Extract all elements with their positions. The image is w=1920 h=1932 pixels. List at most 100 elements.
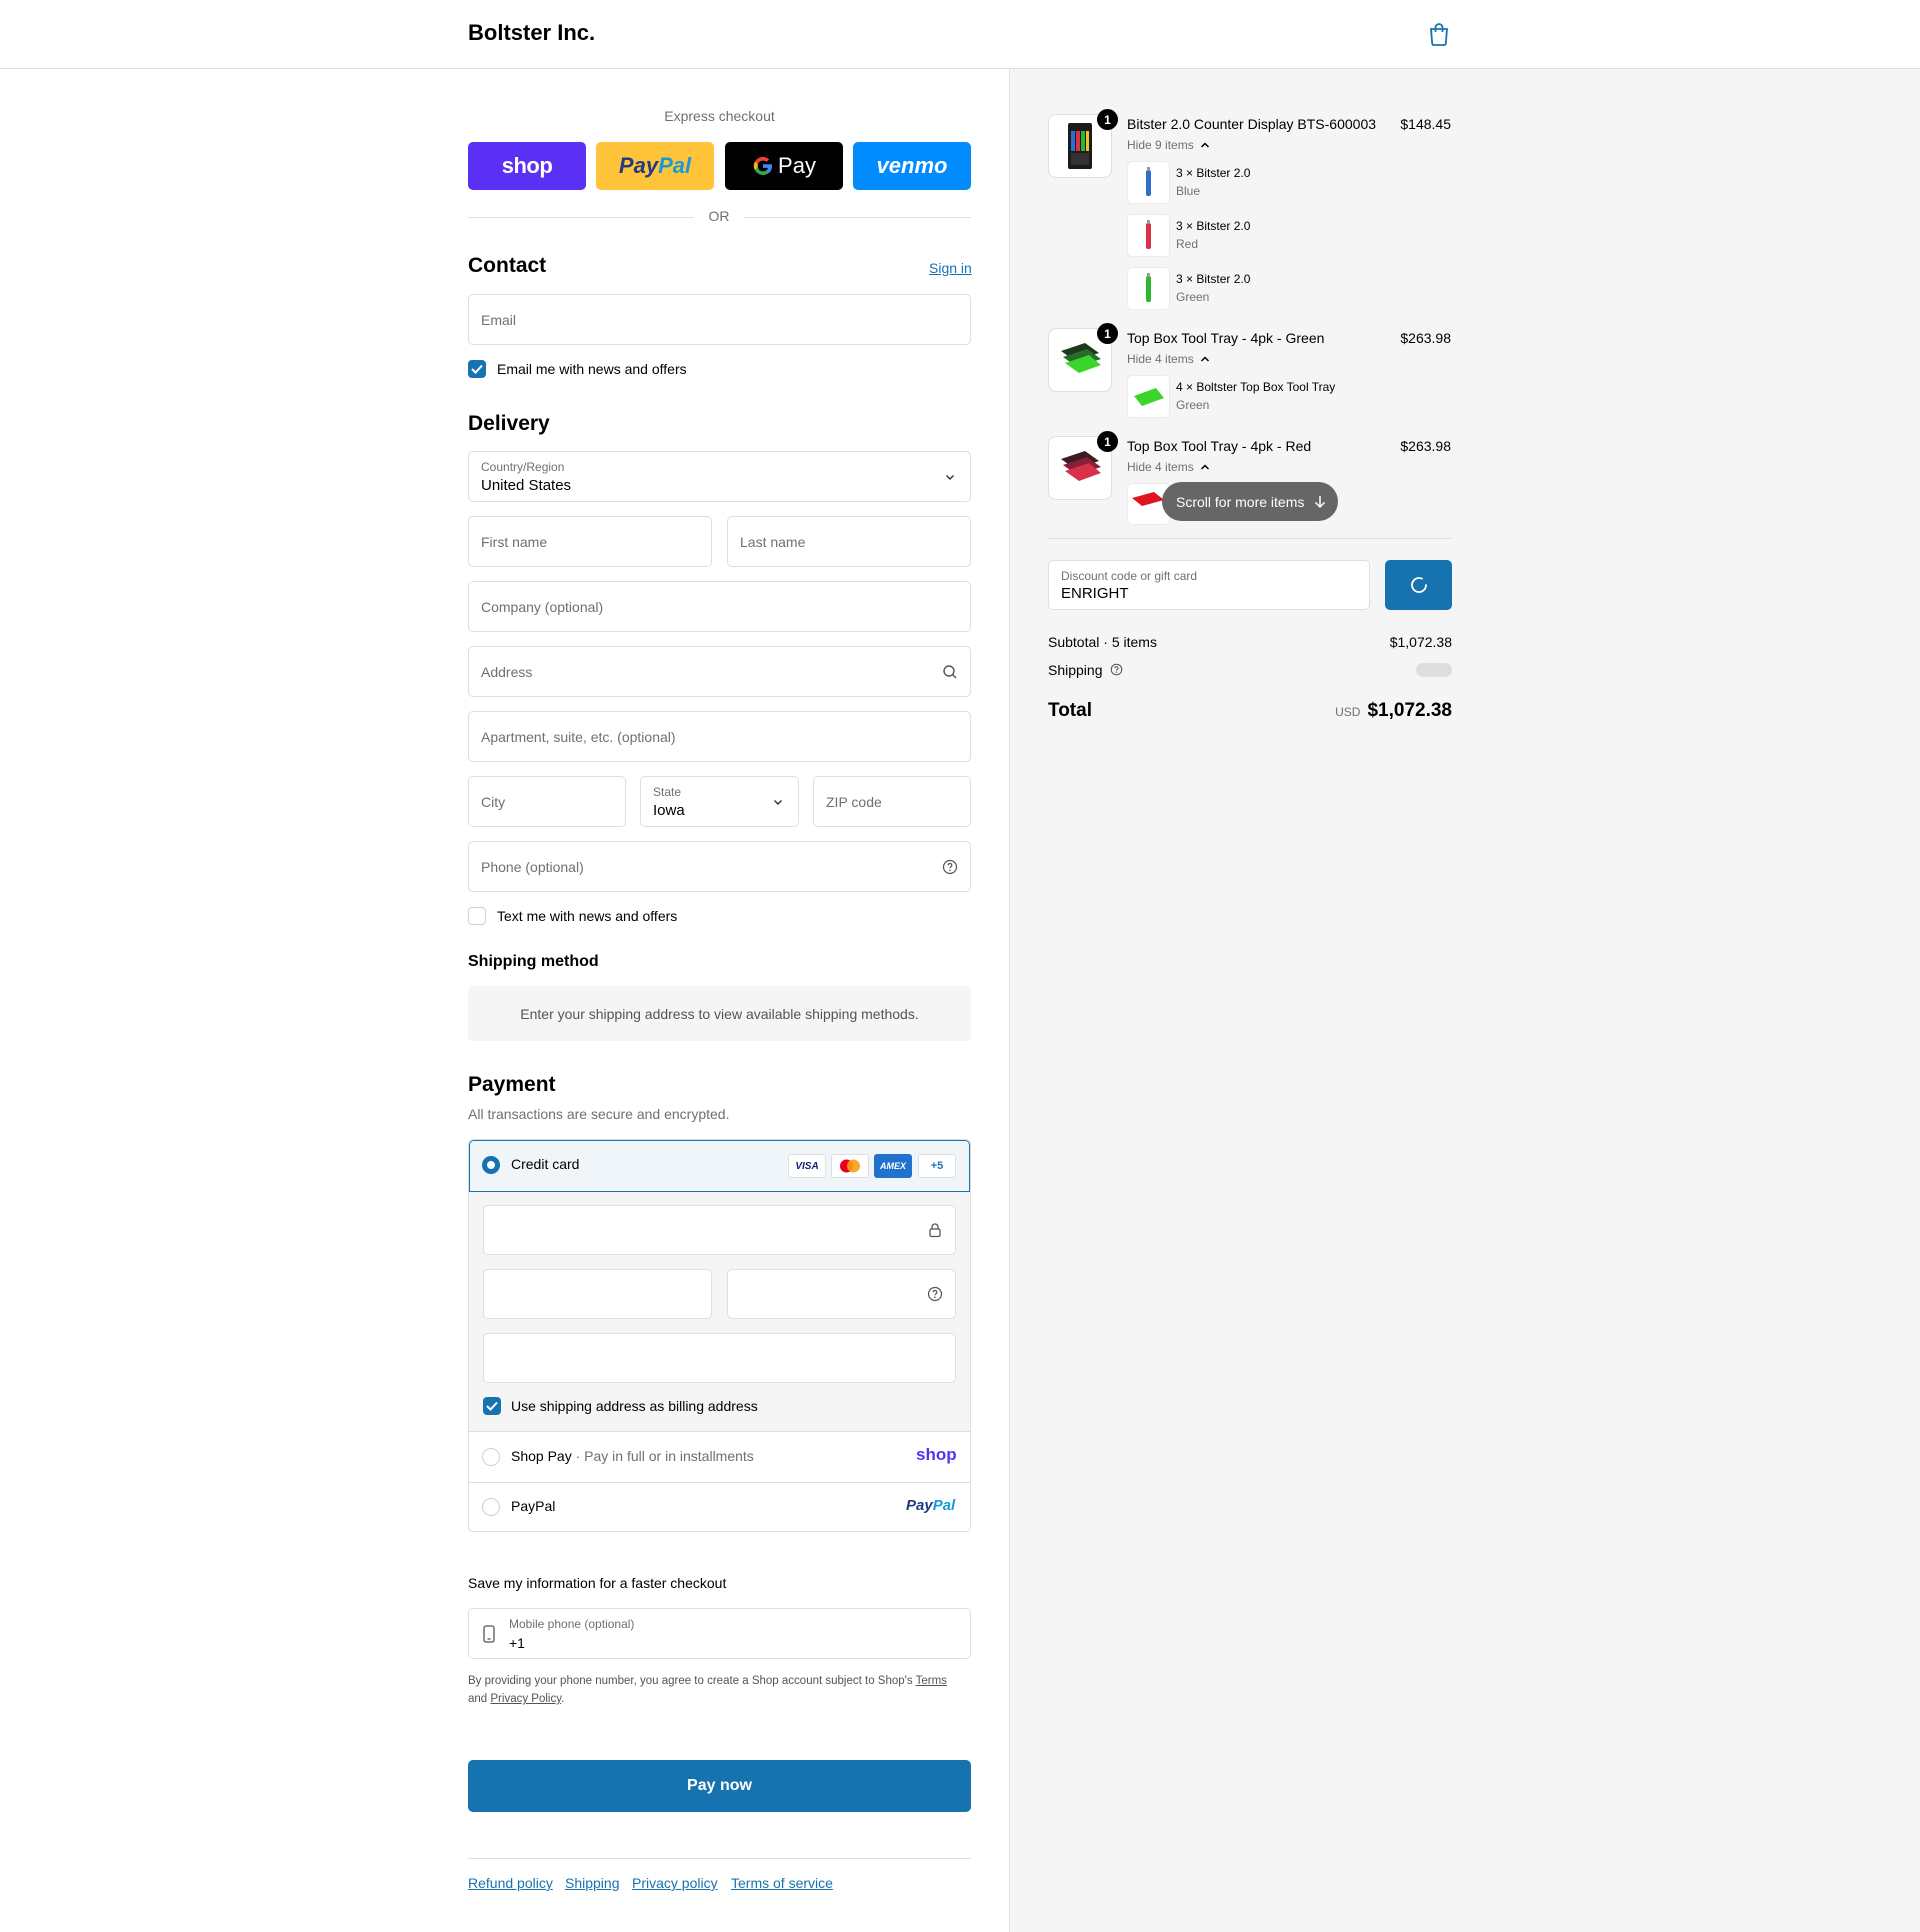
credit-card-radio[interactable]	[482, 1156, 500, 1174]
text-news-checkbox[interactable]	[468, 907, 486, 925]
shipping-label-row: Shipping	[1048, 662, 1123, 678]
paypal-logo: PayPal	[906, 1497, 956, 1514]
phone-placeholder: Phone (optional)	[481, 858, 584, 875]
help-circle-icon[interactable]	[927, 1286, 943, 1302]
last-name-field[interactable]: Last name	[727, 516, 971, 567]
email-placeholder: Email	[481, 311, 517, 328]
shipping-method-notice: Enter your shipping address to view avai…	[468, 986, 971, 1041]
subitem-thumbnail	[1127, 267, 1170, 310]
mobile-phone-value: +1	[509, 1635, 525, 1651]
hide-items-toggle[interactable]: Hide 9 items	[1127, 138, 1210, 152]
shipping-policy-link[interactable]: Shipping	[565, 1875, 620, 1891]
shop-pay-express-button[interactable]: shop	[468, 142, 586, 190]
city-placeholder: City	[481, 793, 506, 810]
subitem-variant: Red	[1176, 237, 1199, 251]
card-cvv-field[interactable]	[727, 1269, 956, 1319]
billing-same-checkbox[interactable]	[483, 1397, 501, 1415]
brand-name[interactable]: Boltster Inc.	[468, 20, 595, 46]
order-summary-panel	[1009, 69, 1920, 1932]
credit-card-label: Credit card	[511, 1156, 580, 1172]
apartment-field[interactable]: Apartment, suite, etc. (optional)	[468, 711, 971, 762]
zip-field[interactable]: ZIP code	[813, 776, 971, 827]
amex-badge: AMEX	[874, 1154, 912, 1178]
refund-policy-link[interactable]: Refund policy	[468, 1875, 553, 1891]
first-name-field[interactable]: First name	[468, 516, 712, 567]
shop-pay-option[interactable]: Shop Pay · Pay in full or in installment…	[511, 1448, 754, 1464]
shop-pay-label: Shop Pay	[511, 1448, 572, 1464]
terms-of-service-link[interactable]: Terms of service	[731, 1875, 833, 1891]
email-news-checkbox[interactable]	[468, 360, 486, 378]
paypal-option-label[interactable]: PayPal	[511, 1498, 555, 1514]
hide-items-toggle[interactable]: Hide 4 items	[1127, 460, 1210, 474]
chevron-up-icon	[1201, 356, 1210, 362]
state-select[interactable]: State Iowa	[640, 776, 799, 827]
quantity-badge: 1	[1097, 431, 1118, 452]
hide-items-label: Hide 4 items	[1127, 460, 1194, 474]
shipping-method-heading: Shipping method	[468, 953, 599, 970]
discount-code-field[interactable]: Discount code or gift card ENRIGHT	[1048, 560, 1370, 610]
shopping-bag-icon[interactable]	[1428, 22, 1450, 46]
google-pay-express-button[interactable]: Pay	[725, 142, 843, 190]
venmo-express-button[interactable]: venmo	[853, 142, 971, 190]
divider-left	[468, 217, 694, 218]
city-field[interactable]: City	[468, 776, 626, 827]
hide-items-toggle[interactable]: Hide 4 items	[1127, 352, 1210, 366]
shipping-label: Shipping	[1048, 662, 1103, 678]
delivery-heading: Delivery	[468, 412, 550, 435]
quantity-badge: 1	[1097, 109, 1118, 130]
product-price: $263.98	[1400, 330, 1451, 346]
subitem-name: 3 × Bitster 2.0	[1176, 166, 1251, 180]
email-field[interactable]: Email	[468, 294, 971, 345]
mobile-phone-field[interactable]: Mobile phone (optional) +1	[468, 1608, 971, 1659]
summary-divider	[1048, 538, 1452, 539]
disclaimer-period: .	[561, 1693, 565, 1705]
subitem-name: 3 × Bitster 2.0	[1176, 219, 1251, 233]
mastercard-icon	[840, 1159, 860, 1173]
help-circle-icon[interactable]	[942, 859, 958, 875]
disclaimer-text: By providing your phone number, you agre…	[468, 1675, 913, 1687]
search-icon	[943, 664, 957, 678]
save-info-heading: Save my information for a faster checkou…	[468, 1575, 727, 1591]
privacy-policy-link[interactable]: Privacy Policy	[490, 1693, 561, 1705]
product-name: Top Box Tool Tray - 4pk - Red	[1127, 438, 1312, 454]
paypal-express-button[interactable]: PayPal	[596, 142, 714, 190]
pay-now-button[interactable]: Pay now	[468, 1760, 971, 1812]
payment-heading: Payment	[468, 1073, 556, 1096]
card-number-field[interactable]	[483, 1205, 956, 1255]
discount-label: Discount code or gift card	[1061, 569, 1198, 583]
country-label: Country/Region	[481, 460, 565, 474]
loading-spinner-icon	[1410, 577, 1427, 593]
subitem-thumbnail	[1127, 375, 1170, 418]
terms-link[interactable]: Terms	[916, 1675, 947, 1687]
card-expiry-field[interactable]	[483, 1269, 712, 1319]
help-circle-icon[interactable]	[1110, 663, 1123, 676]
card-name-field[interactable]	[483, 1333, 956, 1383]
country-select[interactable]: Country/Region United States	[468, 451, 971, 502]
apply-discount-button[interactable]	[1385, 560, 1452, 610]
quantity-badge: 1	[1097, 323, 1118, 344]
paypal-radio[interactable]	[482, 1498, 500, 1516]
state-value: Iowa	[653, 802, 685, 819]
site-header: Boltster Inc.	[0, 0, 1920, 69]
venmo-logo: venmo	[876, 153, 948, 178]
divider-right	[744, 217, 971, 218]
privacy-policy-footer-link[interactable]: Privacy policy	[632, 1875, 718, 1891]
address-field[interactable]: Address	[468, 646, 971, 697]
company-field[interactable]: Company (optional)	[468, 581, 971, 632]
visa-badge: VISA	[788, 1154, 826, 1178]
phone-field[interactable]: Phone (optional)	[468, 841, 971, 892]
subitem-thumbnail	[1127, 161, 1170, 204]
mastercard-badge	[831, 1154, 869, 1178]
lock-icon	[929, 1223, 941, 1238]
address-placeholder: Address	[481, 663, 533, 680]
scroll-for-more-button[interactable]: Scroll for more items	[1162, 482, 1338, 521]
google-g-icon	[753, 156, 773, 176]
sign-in-link[interactable]: Sign in	[929, 260, 972, 276]
scroll-hint-label: Scroll for more items	[1176, 493, 1305, 510]
hide-items-label: Hide 4 items	[1127, 352, 1194, 366]
shop-pay-radio[interactable]	[482, 1448, 500, 1466]
disclaimer-and: and	[468, 1693, 488, 1705]
total-label: Total	[1048, 700, 1092, 721]
product-name: Top Box Tool Tray - 4pk - Green	[1127, 330, 1325, 346]
mobile-phone-icon	[483, 1625, 495, 1643]
